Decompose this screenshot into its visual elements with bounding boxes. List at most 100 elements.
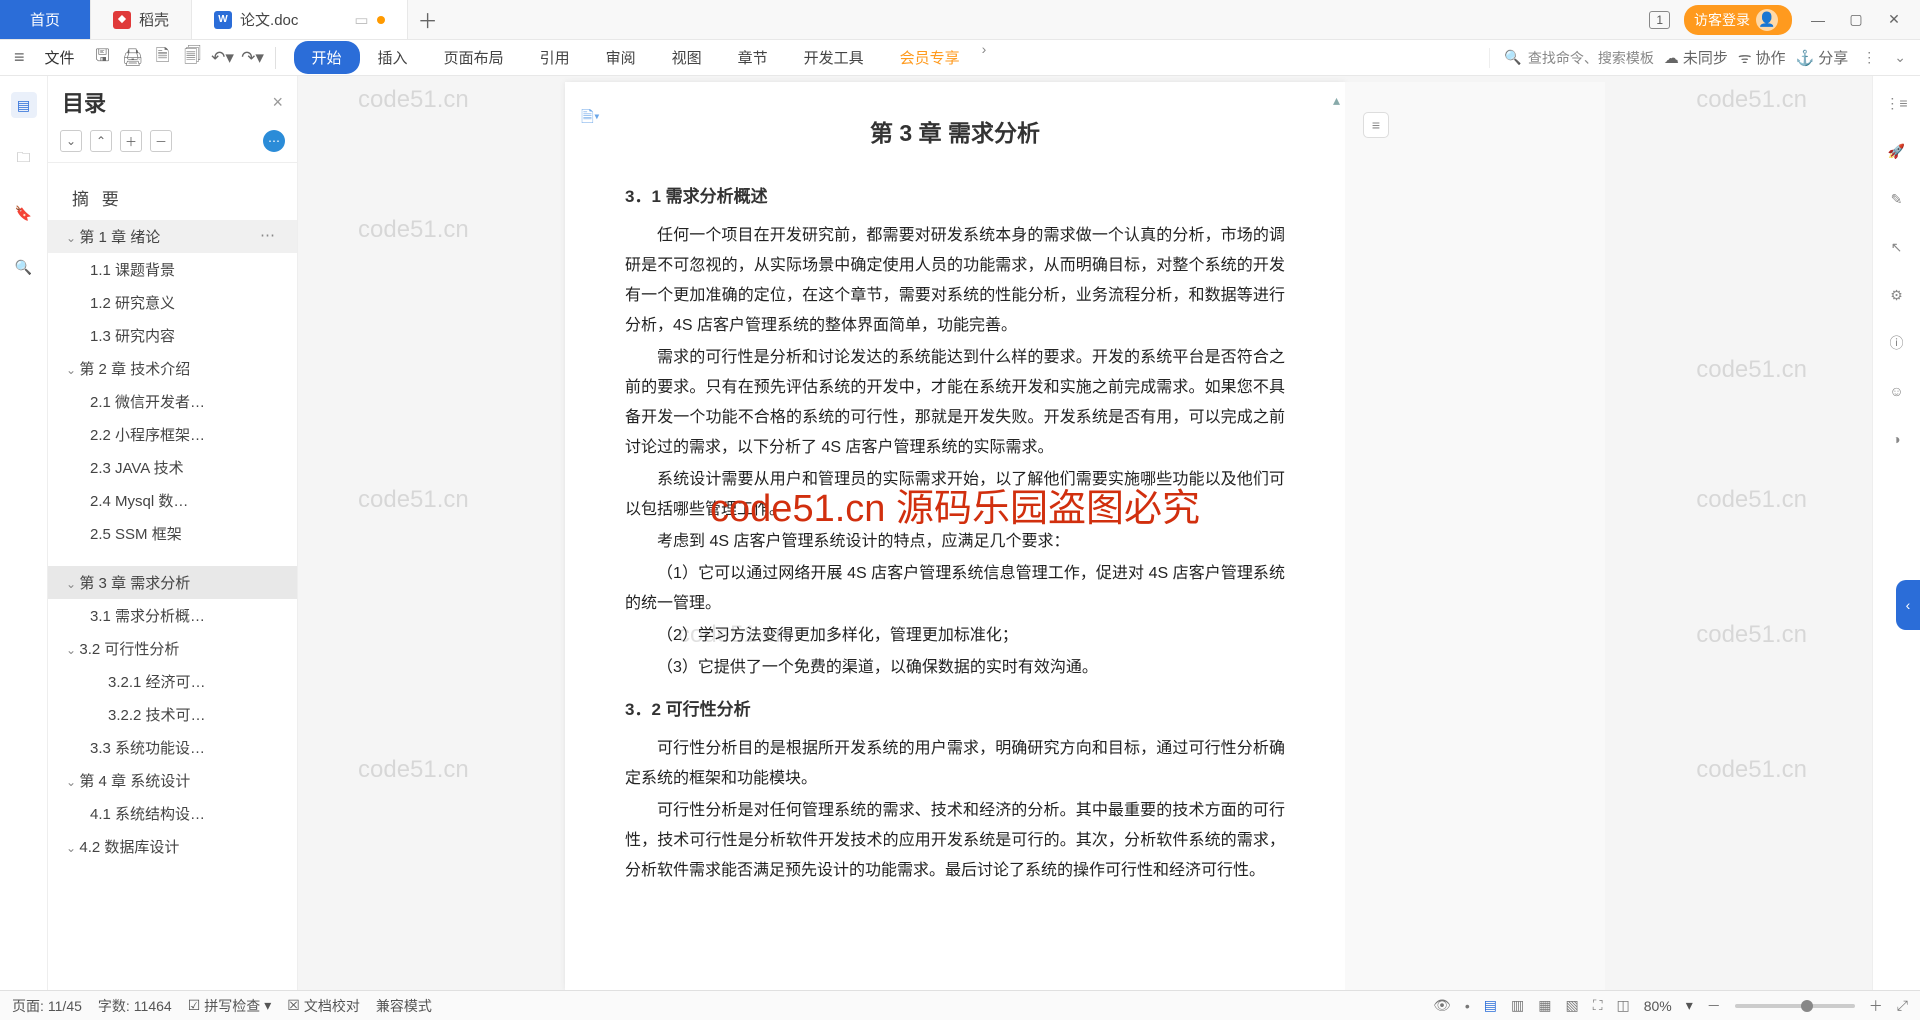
panel-toggle-icon[interactable]: ≡ bbox=[1363, 112, 1389, 138]
toc-item[interactable]: 第 1 章 绪论⋯ bbox=[48, 220, 297, 253]
rtab-layout[interactable]: 页面布局 bbox=[426, 41, 522, 74]
search-icon[interactable]: 🔍 bbox=[11, 254, 37, 280]
pen-icon[interactable]: ✎ bbox=[1884, 186, 1910, 212]
toc-item[interactable]: 第 4 章 系统设计 bbox=[48, 764, 297, 797]
outline-view-icon[interactable]: ▧ bbox=[1565, 997, 1578, 1014]
toc-item[interactable]: 第 3 章 需求分析 bbox=[48, 566, 297, 599]
tab-document[interactable]: W论文.doc▭ bbox=[192, 0, 408, 39]
rtab-dev[interactable]: 开发工具 bbox=[786, 41, 882, 74]
save-icon[interactable]: 🖫 bbox=[91, 46, 115, 70]
tab-docshell[interactable]: ⬥稻壳 bbox=[91, 0, 192, 39]
screen-icon[interactable]: ▭ bbox=[354, 11, 368, 29]
add-icon[interactable]: ＋ bbox=[120, 130, 142, 152]
page-indicator[interactable]: 页面: 11/45 bbox=[12, 996, 82, 1016]
toc-item[interactable]: 4.1 系统结构设… bbox=[48, 797, 297, 830]
scroll-top-icon[interactable]: ▴ bbox=[1333, 92, 1343, 102]
page-option-icon[interactable]: 🗎▾ bbox=[581, 106, 600, 133]
remove-icon[interactable]: － bbox=[150, 130, 172, 152]
notification-badge[interactable]: 1 bbox=[1649, 11, 1670, 29]
login-button[interactable]: 访客登录👤 bbox=[1684, 5, 1792, 35]
document-canvas: 🗎▾ ▴ 第 3 章 需求分析 3．1 需求分析概述 任何一个项目在开发研究前，… bbox=[298, 76, 1872, 990]
file-menu[interactable]: 文件 bbox=[35, 47, 85, 68]
outline-icon[interactable]: ▤ bbox=[11, 92, 37, 118]
zoom-level[interactable]: 80% bbox=[1644, 998, 1672, 1014]
toc-item[interactable]: 2.3 JAVA 技术 bbox=[48, 451, 297, 484]
toc-item[interactable]: 2.1 微信开发者… bbox=[48, 385, 297, 418]
cursor-icon[interactable]: ↖ bbox=[1884, 234, 1910, 260]
theme-icon[interactable]: ◑ bbox=[1884, 426, 1910, 452]
search-box[interactable]: 🔍 查找命令、搜索模板 bbox=[1489, 48, 1653, 68]
folder-icon[interactable]: 🗀 bbox=[11, 146, 37, 172]
rtab-chapter[interactable]: 章节 bbox=[720, 41, 786, 74]
tab-home[interactable]: 首页 bbox=[0, 0, 91, 39]
undo-icon[interactable]: ↶▾ bbox=[211, 46, 235, 70]
rtab-ref[interactable]: 引用 bbox=[522, 41, 588, 74]
ribbon-menu-icon[interactable]: ⋮ bbox=[1858, 49, 1880, 66]
emoji-icon[interactable]: ☺ bbox=[1884, 378, 1910, 404]
side-drawer-toggle[interactable]: ‹ bbox=[1896, 580, 1920, 630]
bookmark-icon[interactable]: 🔖 bbox=[11, 200, 37, 226]
maximize-button[interactable]: ▢ bbox=[1844, 8, 1868, 32]
rtab-review[interactable]: 审阅 bbox=[588, 41, 654, 74]
toc-item[interactable]: 3.2 可行性分析 bbox=[48, 632, 297, 665]
toc-item[interactable]: 第 2 章 技术介绍 bbox=[48, 352, 297, 385]
weblayout-icon[interactable]: ▦ bbox=[1538, 997, 1551, 1014]
export-icon[interactable]: 🗐 bbox=[181, 46, 205, 70]
word-count[interactable]: 字数: 11464 bbox=[98, 996, 172, 1016]
toc-item-abstract[interactable]: 摘 要 bbox=[48, 169, 297, 220]
close-button[interactable]: ✕ bbox=[1882, 8, 1906, 32]
rtab-insert[interactable]: 插入 bbox=[360, 41, 426, 74]
toc-item[interactable]: 3.1 需求分析概… bbox=[48, 599, 297, 632]
toc-close-icon[interactable]: × bbox=[272, 92, 283, 113]
rtab-view[interactable]: 视图 bbox=[654, 41, 720, 74]
hamburger-icon[interactable]: ≡ bbox=[10, 47, 29, 68]
toc-sync-icon[interactable]: ⋯ bbox=[263, 130, 285, 152]
toc-item[interactable]: 1.2 研究意义 bbox=[48, 286, 297, 319]
toc-list[interactable]: 摘 要第 1 章 绪论⋯1.1 课题背景1.2 研究意义1.3 研究内容第 2 … bbox=[48, 163, 297, 990]
zoom-slider[interactable] bbox=[1735, 1004, 1855, 1008]
coop-button[interactable]: ᯤ 协作 bbox=[1738, 47, 1786, 68]
split-icon[interactable]: ◫ bbox=[1617, 997, 1630, 1014]
toc-item[interactable]: 1.3 研究内容 bbox=[48, 319, 297, 352]
toc-item[interactable]: 3.3 系统功能设… bbox=[48, 731, 297, 764]
zoom-out-icon[interactable]: － bbox=[1707, 996, 1721, 1016]
section-31: 3．1 需求分析概述 bbox=[625, 182, 1285, 207]
print-icon[interactable]: 🖨 bbox=[121, 46, 145, 70]
share-button[interactable]: ⚓ 分享 bbox=[1796, 47, 1849, 68]
help-icon[interactable]: ⓘ bbox=[1884, 330, 1910, 356]
rtab-start[interactable]: 开始 bbox=[294, 41, 360, 74]
toc-item[interactable]: 2.4 Mysql 数… bbox=[48, 484, 297, 517]
para: （3）它提供了一个免费的渠道，以确保数据的实时有效沟通。 bbox=[625, 653, 1285, 683]
expand-all-icon[interactable]: ⌃ bbox=[90, 130, 112, 152]
ribbon: ≡ 文件 🖫 🖨 🗎 🗐 ↶▾ ↷▾ 开始 插入 页面布局 引用 审阅 视图 章… bbox=[0, 40, 1920, 76]
spellcheck-button[interactable]: ☑ 拼写检查 ▾ bbox=[188, 996, 272, 1016]
redo-icon[interactable]: ↷▾ bbox=[241, 46, 265, 70]
minimize-button[interactable]: — bbox=[1806, 8, 1830, 32]
section-32: 3．2 可行性分析 bbox=[625, 695, 1285, 720]
sync-button[interactable]: ☁ 未同步 bbox=[1664, 47, 1728, 68]
rocket-icon[interactable]: 🚀 bbox=[1884, 138, 1910, 164]
settings-icon[interactable]: ⚙ bbox=[1884, 282, 1910, 308]
expand-icon[interactable]: ⤢ bbox=[1897, 997, 1908, 1014]
menu-icon[interactable]: ⋮≡ bbox=[1884, 90, 1910, 116]
toc-item[interactable]: 3.2.1 经济可… bbox=[48, 665, 297, 698]
toc-item[interactable]: 2.2 小程序框架… bbox=[48, 418, 297, 451]
toc-item[interactable]: 3.2.2 技术可… bbox=[48, 698, 297, 731]
zoom-in-icon[interactable]: ＋ bbox=[1869, 996, 1883, 1016]
rtab-vip[interactable]: 会员专享 bbox=[882, 41, 978, 74]
collapse-ribbon-icon[interactable]: ⌄ bbox=[1890, 49, 1910, 66]
collapse-all-icon[interactable]: ⌄ bbox=[60, 130, 82, 152]
dot-icon[interactable]: • bbox=[1465, 998, 1470, 1014]
pagelayout-icon[interactable]: ▤ bbox=[1484, 997, 1497, 1014]
ribbon-more[interactable]: › bbox=[978, 41, 991, 74]
proofread-button[interactable]: ☒ 文档校对 bbox=[287, 996, 360, 1016]
compat-mode[interactable]: 兼容模式 bbox=[376, 996, 432, 1016]
toc-item[interactable]: 2.5 SSM 框架 bbox=[48, 517, 297, 550]
toc-item[interactable]: 1.1 课题背景 bbox=[48, 253, 297, 286]
tab-add[interactable]: ＋ bbox=[408, 0, 448, 39]
eye-icon[interactable]: 👁 bbox=[1433, 997, 1451, 1014]
fullscreen-icon[interactable]: ⛶ bbox=[1593, 997, 1603, 1014]
toc-item[interactable]: 4.2 数据库设计 bbox=[48, 830, 297, 863]
reading-icon[interactable]: ▥ bbox=[1511, 997, 1524, 1014]
preview-icon[interactable]: 🗎 bbox=[151, 46, 175, 70]
